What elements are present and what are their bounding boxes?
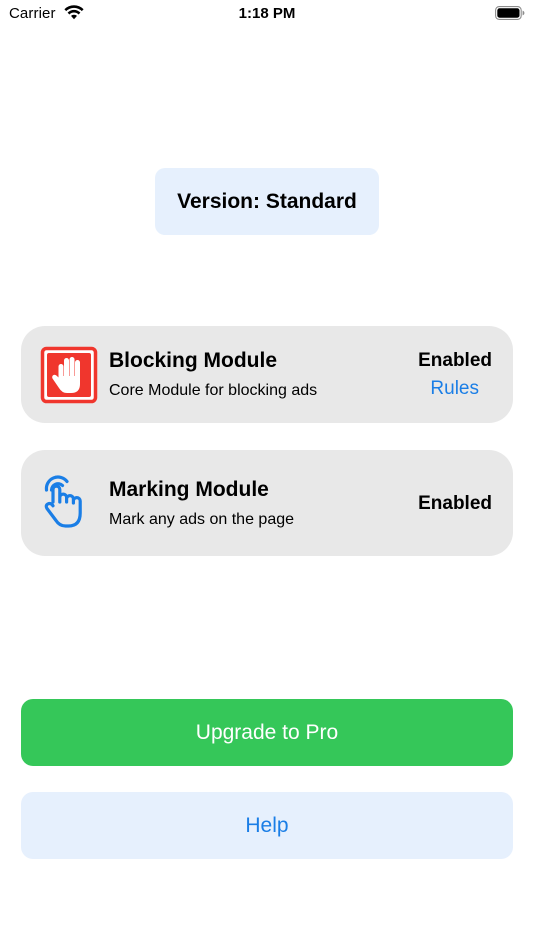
upgrade-to-pro-button[interactable]: Upgrade to Pro [21, 699, 513, 766]
status-bar: Carrier 1:18 PM [0, 0, 534, 28]
upgrade-button-label: Upgrade to Pro [195, 720, 339, 744]
blocking-module-card: Blocking Module Core Module for blocking… [21, 326, 513, 423]
version-label: Version: Standard [177, 189, 357, 213]
marking-module-status: Enabled [418, 493, 492, 514]
rules-link[interactable]: Rules [430, 378, 479, 400]
help-button-label: Help [245, 813, 289, 837]
battery-icon [495, 6, 525, 20]
tap-hand-icon [44, 475, 82, 528]
stop-hand-icon [40, 346, 98, 404]
marking-module-card: Marking Module Mark any ads on the page … [21, 450, 513, 556]
blocking-module-description: Core Module for blocking ads [109, 382, 318, 399]
version-badge: Version: Standard [155, 168, 379, 235]
blocking-module-status: Enabled [418, 350, 492, 371]
status-time: 1:18 PM [238, 5, 296, 22]
marking-module-description: Mark any ads on the page [109, 511, 295, 528]
help-button[interactable]: Help [21, 792, 513, 859]
marking-module-title: Marking Module [109, 478, 269, 501]
blocking-module-title: Blocking Module [109, 349, 277, 372]
